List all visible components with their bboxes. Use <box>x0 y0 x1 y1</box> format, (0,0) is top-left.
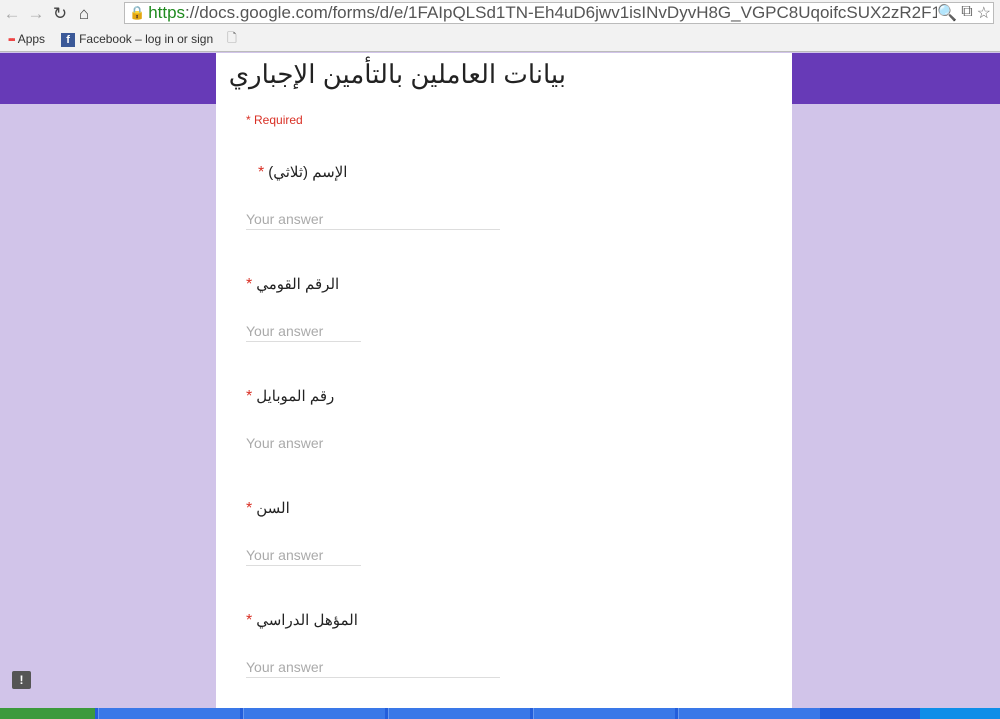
address-bar[interactable]: 🔒 https://docs.google.com/forms/d/e/1FAI… <box>124 2 994 24</box>
start-button[interactable] <box>0 708 95 719</box>
apps-icon: ▪▪▪ <box>8 34 16 46</box>
document-icon[interactable]: 🗋 <box>227 29 237 50</box>
windows-taskbar <box>0 708 1000 719</box>
age-input[interactable] <box>246 544 361 566</box>
question-age: * السن <box>246 499 361 566</box>
taskbar-item[interactable] <box>533 708 675 719</box>
home-icon[interactable]: ⌂ <box>72 4 96 24</box>
translate-icon[interactable]: ⧉ <box>961 3 972 23</box>
browser-toolbar: ← → ↻ ⌂ 🔒 https://docs.google.com/forms/… <box>0 0 1000 27</box>
full-name-input[interactable] <box>246 208 500 230</box>
facebook-icon: f <box>61 32 76 47</box>
report-feedback-icon[interactable]: ! <box>12 671 31 689</box>
zoom-icon[interactable]: 🔍 <box>937 3 957 23</box>
back-icon[interactable]: ← <box>0 4 24 24</box>
lock-icon: 🔒 <box>129 5 146 20</box>
question-qualification: * المؤهل الدراسي <box>246 611 500 678</box>
bookmark-facebook[interactable]: f Facebook – log in or sign <box>61 32 213 47</box>
question-full-name: * الإسم (ثلاثي) <box>246 163 500 230</box>
reload-icon[interactable]: ↻ <box>48 4 72 24</box>
form-card: بيانات العاملين بالتأمين الإجباري * Requ… <box>216 53 792 708</box>
forward-icon[interactable]: → <box>24 4 48 24</box>
question-national-id: * الرقم القومي <box>246 275 361 342</box>
taskbar-item[interactable] <box>98 708 240 719</box>
required-note: * Required <box>246 113 303 127</box>
national-id-input[interactable] <box>246 320 361 342</box>
taskbar-item[interactable] <box>678 708 820 719</box>
bookmarks-bar: ▪▪▪ Apps f Facebook – log in or sign 🗋 <box>0 27 1000 52</box>
form-title: بيانات العاملين بالتأمين الإجباري <box>228 59 566 89</box>
qualification-input[interactable] <box>246 656 500 678</box>
taskbar-item[interactable] <box>388 708 530 719</box>
system-tray <box>920 708 1000 719</box>
question-mobile: * رقم الموبايل <box>246 387 361 454</box>
taskbar-item[interactable] <box>243 708 385 719</box>
bookmark-star-icon[interactable]: ☆ <box>977 3 991 23</box>
bookmark-apps[interactable]: ▪▪▪ Apps <box>8 32 45 46</box>
mobile-input[interactable] <box>246 432 361 454</box>
